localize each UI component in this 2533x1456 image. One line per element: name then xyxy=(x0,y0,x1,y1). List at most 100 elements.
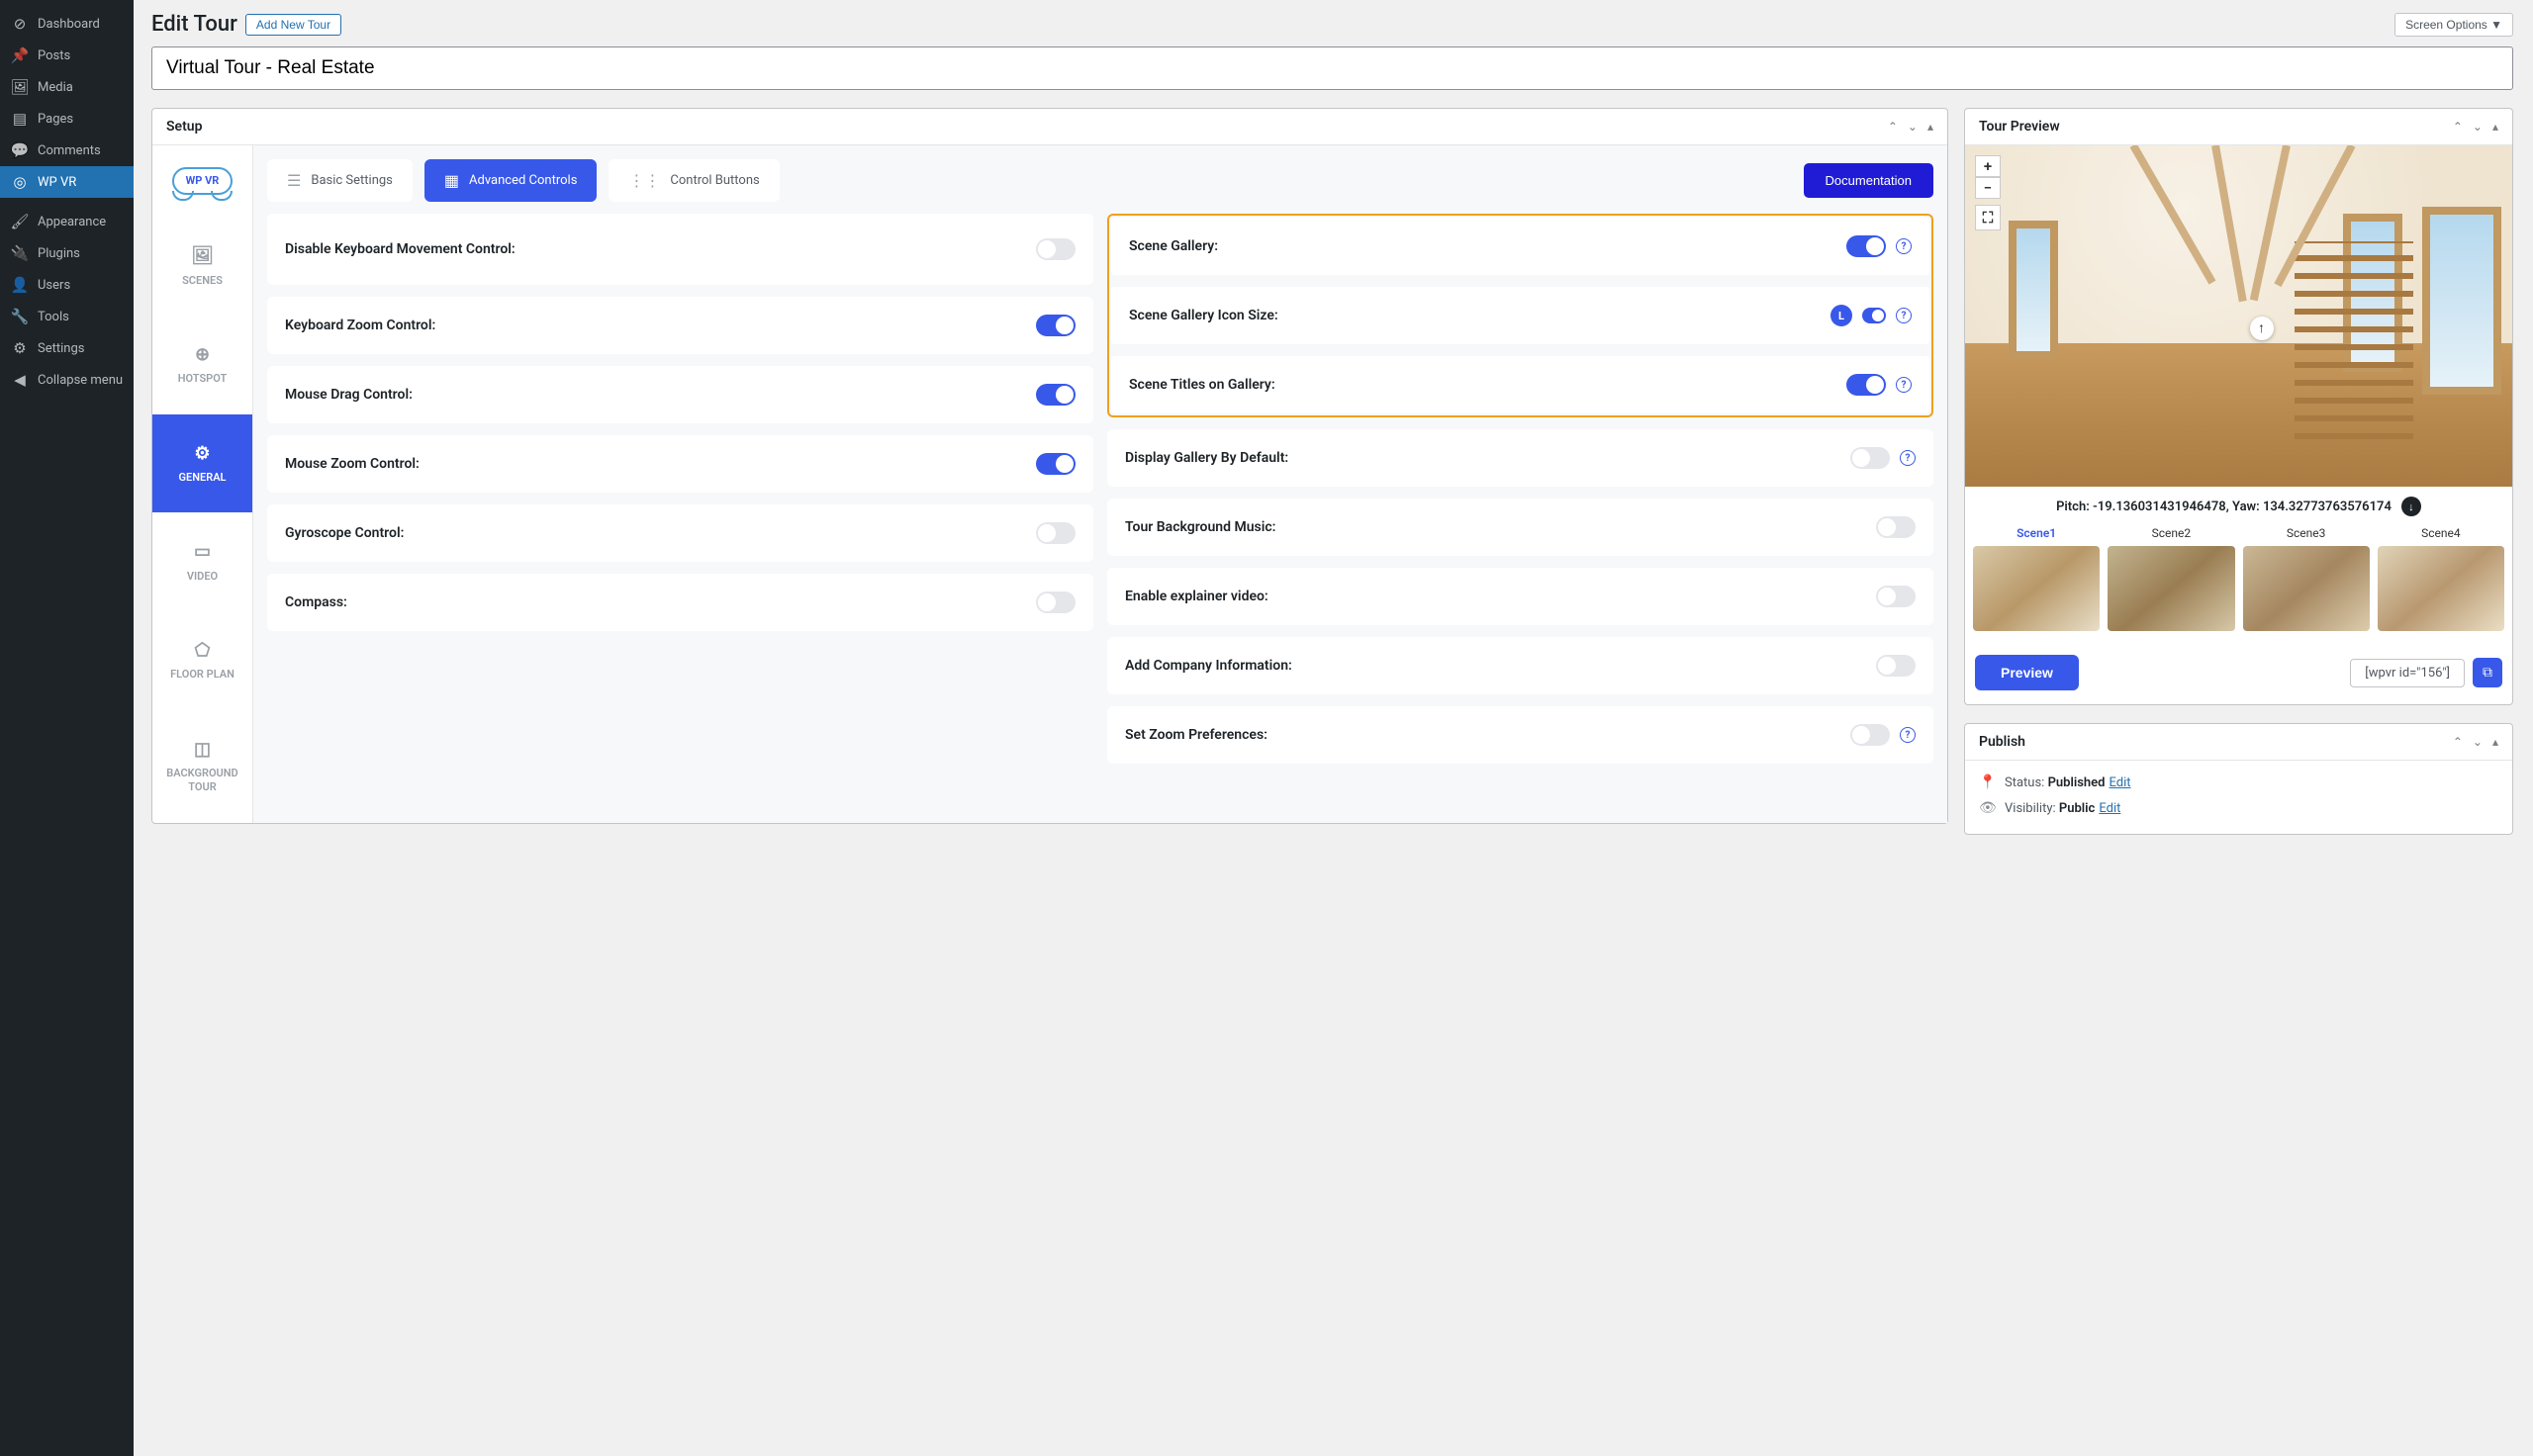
toggle-tour-bg-music[interactable] xyxy=(1876,516,1916,538)
toggle-scene-titles[interactable] xyxy=(1846,374,1886,396)
nav-pages[interactable]: ▤Pages xyxy=(0,103,134,135)
nav-tools[interactable]: 🔧Tools xyxy=(0,301,134,332)
zoom-out-button[interactable]: − xyxy=(1975,177,2001,199)
panel-up-icon[interactable]: ⌃ xyxy=(2453,735,2463,749)
scene-thumb-1[interactable] xyxy=(1973,546,2100,631)
toggle-scene-gallery-icon-size[interactable] xyxy=(1862,308,1886,323)
grid-icon: ▦ xyxy=(444,171,459,190)
toggle-mouse-zoom[interactable] xyxy=(1036,453,1076,475)
admin-sidebar: ⊘Dashboard 📌Posts 🖼Media ▤Pages 💬Comment… xyxy=(0,0,134,1456)
panel-down-icon[interactable]: ⌄ xyxy=(2473,735,2483,749)
toggle-disable-keyboard[interactable] xyxy=(1036,238,1076,260)
panel-down-icon[interactable]: ⌄ xyxy=(2473,120,2483,134)
panel-toggle-icon[interactable]: ▴ xyxy=(2492,735,2498,749)
help-icon[interactable]: ? xyxy=(1900,727,1916,743)
ctrl-add-company: Add Company Information: xyxy=(1107,637,1933,694)
panel-down-icon[interactable]: ⌄ xyxy=(1908,120,1918,134)
toggle-gyroscope[interactable] xyxy=(1036,522,1076,544)
fullscreen-button[interactable]: ⛶ xyxy=(1975,205,2001,230)
nav-dashboard[interactable]: ⊘Dashboard xyxy=(0,8,134,40)
ctrl-compass: Compass: xyxy=(267,574,1093,631)
hotspot-marker[interactable]: ↑ xyxy=(2250,317,2274,340)
toggle-scene-gallery[interactable] xyxy=(1846,235,1886,257)
help-icon[interactable]: ? xyxy=(1896,308,1912,323)
help-icon[interactable]: ? xyxy=(1896,238,1912,254)
download-coords-button[interactable]: ↓ xyxy=(2401,497,2421,516)
ctrl-scene-gallery-icon-size: Scene Gallery Icon Size: L ? xyxy=(1111,287,1929,344)
zoom-in-button[interactable]: + xyxy=(1975,155,2001,177)
help-icon[interactable]: ? xyxy=(1896,377,1912,393)
tab-control-buttons[interactable]: ⋮⋮ Control Buttons xyxy=(609,159,779,202)
nav-media[interactable]: 🖼Media xyxy=(0,71,134,103)
setup-tab-floorplan[interactable]: ⬠ FLOOR PLAN xyxy=(152,611,252,710)
toggle-enable-explainer[interactable] xyxy=(1876,586,1916,607)
scene-thumb-2[interactable] xyxy=(2108,546,2234,631)
highlighted-controls-group: Scene Gallery: ? Scene Gallery Icon Size… xyxy=(1107,214,1933,417)
user-icon: 👤 xyxy=(10,275,30,295)
sliders-icon: ☰ xyxy=(287,171,301,190)
toggle-keyboard-zoom[interactable] xyxy=(1036,315,1076,336)
publish-heading: Publish xyxy=(1979,734,2025,750)
shortcode-text: [wpvr id="156"] xyxy=(2350,659,2465,687)
panel-up-icon[interactable]: ⌃ xyxy=(1888,120,1898,134)
copy-shortcode-button[interactable]: ⧉ xyxy=(2473,658,2502,687)
panorama-viewer[interactable]: + − ⛶ ↑ xyxy=(1965,145,2512,487)
panel-up-icon[interactable]: ⌃ xyxy=(2453,120,2463,134)
ctrl-mouse-zoom: Mouse Zoom Control: xyxy=(267,435,1093,493)
setup-tab-scenes[interactable]: 🖼 SCENES xyxy=(152,217,252,316)
plug-icon: 🔌 xyxy=(10,243,30,263)
nav-settings[interactable]: ⚙Settings xyxy=(0,332,134,364)
nav-comments[interactable]: 💬Comments xyxy=(0,135,134,166)
ctrl-gyroscope: Gyroscope Control: xyxy=(267,504,1093,562)
setup-tab-hotspot[interactable]: ⊕ HOTSPOT xyxy=(152,316,252,414)
scene-thumbnails: Scene1 Scene2 Scene3 Scene4 xyxy=(1965,526,2512,643)
edit-status-link[interactable]: Edit xyxy=(2109,775,2130,790)
toggle-set-zoom[interactable] xyxy=(1850,724,1890,746)
setup-tab-general[interactable]: ⚙ GENERAL xyxy=(152,414,252,513)
setup-tab-video[interactable]: ▭ VIDEO xyxy=(152,512,252,611)
brush-icon: 🖌 xyxy=(10,212,30,231)
speedometer-icon: ⊘ xyxy=(10,14,30,34)
scene-thumb-label[interactable]: Scene1 xyxy=(1973,526,2100,540)
pin-icon: 📍 xyxy=(1979,774,1995,790)
toggle-add-company[interactable] xyxy=(1876,655,1916,677)
toggle-compass[interactable] xyxy=(1036,592,1076,613)
nav-posts[interactable]: 📌Posts xyxy=(0,40,134,71)
controls-icon: ⋮⋮ xyxy=(628,171,660,190)
setup-panel: Setup ⌃ ⌄ ▴ WP VR 🖼 xyxy=(151,108,1948,824)
toggle-mouse-drag[interactable] xyxy=(1036,384,1076,406)
eye-icon: 👁 xyxy=(1979,800,1995,816)
documentation-button[interactable]: Documentation xyxy=(1804,163,1933,198)
setup-logo: WP VR xyxy=(152,145,252,217)
video-icon: ▭ xyxy=(194,540,211,563)
tour-preview-heading: Tour Preview xyxy=(1979,119,2060,135)
edit-visibility-link[interactable]: Edit xyxy=(2099,801,2120,816)
add-new-tour-button[interactable]: Add New Tour xyxy=(245,14,341,36)
target-icon: ⊕ xyxy=(195,343,210,366)
page-title: Edit Tour xyxy=(151,12,237,37)
scene-thumb-3[interactable] xyxy=(2243,546,2370,631)
scene-thumb-label[interactable]: Scene3 xyxy=(2243,526,2370,540)
nav-wpvr[interactable]: ◎WP VR xyxy=(0,166,134,198)
scene-thumb-label[interactable]: Scene4 xyxy=(2378,526,2504,540)
ctrl-scene-gallery: Scene Gallery: ? xyxy=(1111,218,1929,275)
nav-appearance[interactable]: 🖌Appearance xyxy=(0,206,134,237)
toggle-display-gallery-default[interactable] xyxy=(1850,447,1890,469)
preview-button[interactable]: Preview xyxy=(1975,655,2079,690)
screen-options-button[interactable]: Screen Options ▼ xyxy=(2394,13,2513,37)
panel-toggle-icon[interactable]: ▴ xyxy=(1927,120,1933,134)
nav-collapse[interactable]: ◀Collapse menu xyxy=(0,364,134,396)
help-icon[interactable]: ? xyxy=(1900,450,1916,466)
ctrl-disable-keyboard: Disable Keyboard Movement Control: xyxy=(267,214,1093,285)
scene-thumb-4[interactable] xyxy=(2378,546,2504,631)
scene-thumb-label[interactable]: Scene2 xyxy=(2108,526,2234,540)
panel-toggle-icon[interactable]: ▴ xyxy=(2492,120,2498,134)
setup-tab-background-tour[interactable]: ◫ BACKGROUND TOUR xyxy=(152,710,252,823)
nav-plugins[interactable]: 🔌Plugins xyxy=(0,237,134,269)
nav-users[interactable]: 👤Users xyxy=(0,269,134,301)
ctrl-tour-bg-music: Tour Background Music: xyxy=(1107,499,1933,556)
tab-advanced-controls[interactable]: ▦ Advanced Controls xyxy=(424,159,598,202)
tour-title-input[interactable] xyxy=(151,46,2513,90)
layers-icon: ◫ xyxy=(194,738,211,761)
tab-basic-settings[interactable]: ☰ Basic Settings xyxy=(267,159,413,202)
